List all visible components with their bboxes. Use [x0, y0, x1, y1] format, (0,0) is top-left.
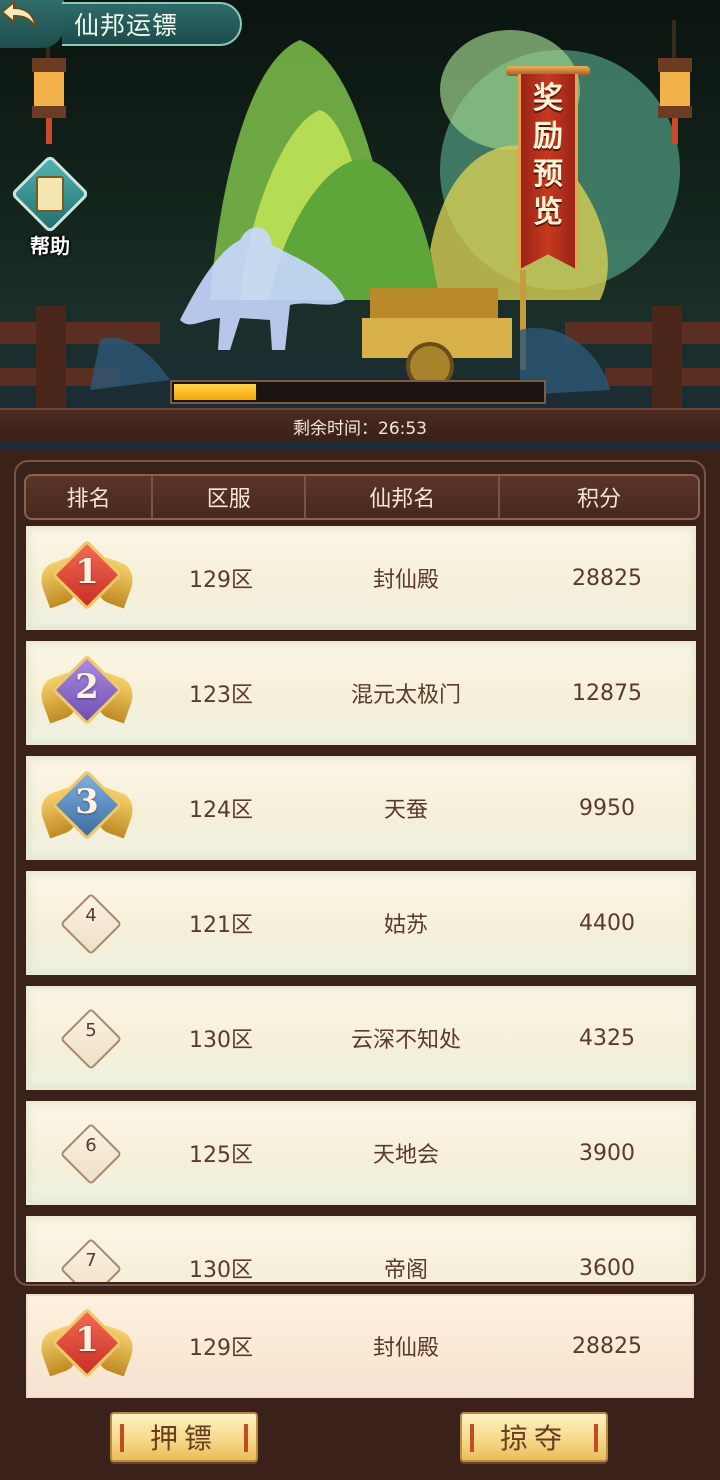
- my-guild-name: 封仙殿: [372, 1336, 439, 1361]
- rank-number: 7: [85, 1250, 97, 1271]
- row-server: 130区: [189, 1258, 253, 1282]
- escort-button[interactable]: 押镖: [110, 1412, 258, 1462]
- remaining-time: 剩余时间：26:53: [293, 418, 427, 439]
- row-score: 9950: [579, 795, 635, 821]
- reward-preview-label: 奖励预览: [518, 80, 578, 232]
- escort-scene: 仙邦运镖 帮助 奖励预览 剩余时间：26:53: [0, 0, 720, 450]
- rank-number: 4: [85, 905, 97, 926]
- row-server: 123区: [189, 683, 253, 708]
- row-score: 12875: [572, 680, 642, 706]
- rank-badge: 6: [42, 1115, 132, 1195]
- row-server: 124区: [189, 798, 253, 823]
- row-guild-name: 天蚕: [383, 798, 428, 823]
- table-row: 1 129区 封仙殿 28825: [26, 526, 696, 630]
- my-rank-badge: 1: [35, 1307, 139, 1388]
- header-guild-name: 仙邦名: [306, 476, 501, 518]
- back-button[interactable]: [0, 0, 64, 48]
- my-server: 129区: [189, 1336, 253, 1361]
- header-server: 区服: [153, 476, 307, 518]
- my-rank-number: 1: [75, 1320, 99, 1360]
- row-score: 4325: [579, 1025, 635, 1051]
- leaderboard-panel: 排名 区服 仙邦名 积分 1 129区 封仙殿 28825 2 123区 混元太…: [14, 460, 706, 1286]
- rank-badge: 2: [35, 654, 139, 735]
- my-rank-row: 1 129区 封仙殿 28825: [26, 1294, 694, 1398]
- progress-fill: [174, 384, 256, 400]
- help-label: 帮助: [30, 234, 70, 258]
- timer-bar: 剩余时间：26:53: [0, 408, 720, 442]
- row-server: 121区: [189, 913, 253, 938]
- reward-preview-text: 奖励预览: [533, 81, 563, 230]
- rank-number: 1: [75, 552, 99, 592]
- page-title: 仙邦运镖: [74, 11, 179, 40]
- row-server: 130区: [189, 1028, 253, 1053]
- plunder-button[interactable]: 掠夺: [460, 1412, 608, 1462]
- rank-badge: 3: [35, 769, 139, 850]
- help-button[interactable]: 帮助: [10, 154, 90, 258]
- escort-progress-bar: [170, 380, 546, 404]
- row-score: 3600: [579, 1255, 635, 1281]
- row-score: 4400: [579, 910, 635, 936]
- rank-badge: 1: [35, 539, 139, 620]
- rank-number: 6: [85, 1135, 97, 1156]
- row-score: 28825: [572, 565, 642, 591]
- row-guild-name: 封仙殿: [372, 568, 439, 593]
- table-row: 5 130区 云深不知处 4325: [26, 986, 696, 1090]
- row-guild-name: 混元太极门: [350, 683, 461, 708]
- table-row: 7 130区 帝阁 3600: [26, 1216, 696, 1282]
- row-server: 129区: [189, 568, 253, 593]
- table-row: 3 124区 天蚕 9950: [26, 756, 696, 860]
- rank-badge: 5: [42, 1000, 132, 1080]
- header-score: 积分: [577, 487, 622, 512]
- table-row: 6 125区 天地会 3900: [26, 1101, 696, 1205]
- row-guild-name: 云深不知处: [350, 1028, 461, 1053]
- row-guild-name: 帝阁: [383, 1258, 428, 1282]
- table-row: 4 121区 姑苏 4400: [26, 871, 696, 975]
- rank-badge: 7: [42, 1230, 132, 1282]
- rank-number: 5: [85, 1020, 97, 1041]
- reward-preview-banner[interactable]: 奖励预览: [506, 66, 590, 280]
- rank-badge: 4: [42, 885, 132, 965]
- table-header: 排名 区服 仙邦名 积分: [24, 474, 700, 520]
- table-row: 2 123区 混元太极门 12875: [26, 641, 696, 745]
- row-guild-name: 天地会: [372, 1143, 439, 1168]
- header-rank: 排名: [26, 476, 154, 518]
- row-guild-name: 姑苏: [383, 913, 428, 938]
- row-server: 125区: [189, 1143, 253, 1168]
- back-arrow-icon: [0, 0, 37, 29]
- rank-number: 2: [75, 667, 99, 707]
- row-score: 3900: [579, 1140, 635, 1166]
- leaderboard-list[interactable]: 1 129区 封仙殿 28825 2 123区 混元太极门 12875 3 12…: [26, 526, 696, 1282]
- my-score: 28825: [572, 1333, 642, 1359]
- page-title-tab: 仙邦运镖: [62, 2, 242, 46]
- rank-number: 3: [75, 782, 99, 822]
- book-icon: [36, 176, 64, 212]
